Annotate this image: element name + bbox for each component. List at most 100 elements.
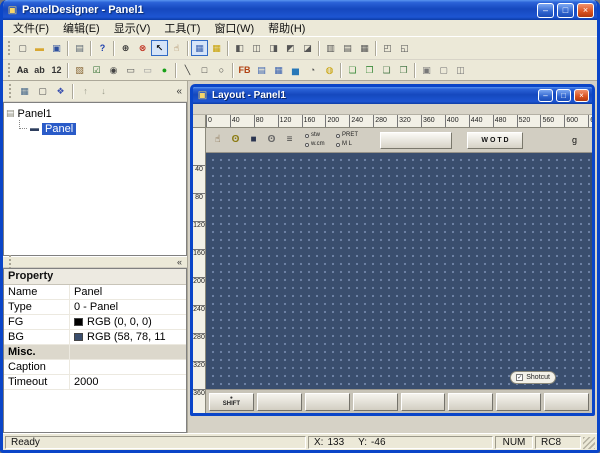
resize-grip-icon[interactable] [583, 437, 595, 449]
same-height-icon[interactable]: ▤ [339, 40, 356, 56]
number-icon[interactable]: 12 [48, 62, 65, 78]
radio-option[interactable]: stw [305, 131, 336, 140]
property-row[interactable]: BG RGB (58, 78, 11 [4, 330, 186, 345]
new-icon[interactable]: ▢ [14, 40, 31, 56]
help-icon[interactable]: ? [94, 40, 111, 56]
panel-button[interactable]: ● SHIFT [209, 393, 254, 411]
move-down-icon[interactable]: ↓ [95, 83, 112, 99]
panel-button[interactable] [257, 393, 302, 411]
layout-v-icon[interactable]: ◱ [396, 40, 413, 56]
radio-option[interactable]: w.cm [305, 140, 336, 149]
property-row[interactable]: Caption [4, 360, 186, 375]
blank-panel-button[interactable] [380, 132, 452, 149]
panel-button[interactable] [496, 393, 541, 411]
zoom-off-icon[interactable]: ⊗ [134, 40, 151, 56]
property-value[interactable]: Panel [70, 285, 186, 299]
chevron-icon[interactable]: « [175, 257, 184, 267]
gripper-icon[interactable] [8, 63, 11, 77]
property-value[interactable]: RGB (0, 0, 0) [70, 315, 186, 329]
maximize-button[interactable]: □ [557, 3, 574, 18]
members-icon[interactable]: ❖ [52, 83, 69, 99]
tree-node-panel1[interactable]: ▤ Panel1 [6, 106, 184, 121]
property-value[interactable] [70, 360, 186, 374]
panel-button-icon[interactable]: ▭ [139, 62, 156, 78]
clipboard-icon[interactable]: ▧ [71, 62, 88, 78]
shotcut-button[interactable]: ✓ Shotcut [510, 371, 556, 384]
send-back-icon[interactable]: ❐ [361, 62, 378, 78]
tree-node-panel[interactable]: ▬ Panel [19, 121, 184, 136]
property-value[interactable]: RGB (58, 78, 11 [70, 330, 186, 344]
move-up-icon[interactable]: ↑ [77, 83, 94, 99]
label-icon[interactable]: ab [31, 62, 48, 78]
ellipse-icon[interactable]: ○ [213, 62, 230, 78]
radio-option[interactable]: PRET [336, 131, 367, 140]
gripper-icon[interactable] [9, 255, 12, 269]
tab-order-icon[interactable]: ◫ [452, 62, 469, 78]
same-width-icon[interactable]: ▥ [322, 40, 339, 56]
close-button[interactable]: × [577, 3, 594, 18]
align-left-icon[interactable]: ◧ [231, 40, 248, 56]
open-icon[interactable]: ▬ [31, 40, 48, 56]
group-icon[interactable]: ▣ [418, 62, 435, 78]
property-row[interactable]: FG RGB (0, 0, 0) [4, 315, 186, 330]
property-value[interactable]: 0 - Panel [70, 300, 186, 314]
bring-front-icon[interactable]: ❏ [344, 62, 361, 78]
table-icon[interactable]: ▦ [270, 62, 287, 78]
menu-view[interactable]: 显示(V) [107, 19, 158, 37]
screen-icon[interactable]: ▦ [16, 83, 33, 99]
move-backward-icon[interactable]: ❒ [395, 62, 412, 78]
list-icon[interactable]: ▤ [253, 62, 270, 78]
led-icon[interactable]: ● [156, 62, 173, 78]
wotd-button[interactable]: W O T D [467, 132, 523, 149]
image-icon[interactable]: FB [236, 62, 253, 78]
hand-tool-icon[interactable]: ☝ [210, 132, 225, 148]
line-icon[interactable]: ╲ [179, 62, 196, 78]
ungroup-icon[interactable]: ▢ [435, 62, 452, 78]
menu-help[interactable]: 帮助(H) [261, 19, 312, 37]
layout-close-button[interactable]: × [574, 89, 589, 102]
grid-color-icon[interactable]: ▦ [208, 40, 225, 56]
property-value[interactable]: 2000 [70, 375, 186, 389]
chevron-icon[interactable]: « [174, 86, 184, 97]
same-size-icon[interactable]: ▦ [356, 40, 373, 56]
property-row[interactable]: Name Panel [4, 285, 186, 300]
font-icon[interactable]: Aa [14, 62, 31, 78]
lamp-on-icon[interactable]: ʘ [228, 132, 243, 148]
gripper-icon[interactable] [8, 41, 11, 55]
panel-button[interactable] [305, 393, 350, 411]
rect-icon[interactable]: □ [196, 62, 213, 78]
chart-icon[interactable]: ▅ [287, 62, 304, 78]
panel-button[interactable] [401, 393, 446, 411]
align-top-icon[interactable]: ◩ [282, 40, 299, 56]
minimize-button[interactable]: – [537, 3, 554, 18]
radio-option[interactable]: M L [336, 140, 367, 149]
menu-edit[interactable]: 编辑(E) [56, 19, 107, 37]
meter-icon[interactable]: ◔ [304, 62, 321, 78]
zoom-in-icon[interactable]: ⊕ [117, 40, 134, 56]
property-row[interactable]: Misc. [4, 345, 186, 360]
menu-file[interactable]: 文件(F) [6, 19, 56, 37]
checkbox-icon[interactable]: ☑ [88, 62, 105, 78]
property-value[interactable] [70, 345, 186, 359]
design-canvas[interactable]: ✓ Shotcut [206, 153, 592, 389]
panel-button[interactable] [353, 393, 398, 411]
align-bottom-icon[interactable]: ◪ [299, 40, 316, 56]
move-forward-icon[interactable]: ❑ [378, 62, 395, 78]
layout-maximize-button[interactable]: □ [556, 89, 571, 102]
buzzer-icon[interactable]: ◍ [321, 62, 338, 78]
lamp-off-icon[interactable]: ʘ [264, 132, 279, 148]
flat-button-icon[interactable]: ▭ [122, 62, 139, 78]
menu-tools[interactable]: 工具(T) [157, 19, 207, 37]
gripper-icon[interactable] [9, 84, 12, 98]
dark-button-icon[interactable]: ■ [246, 132, 261, 148]
panel-button[interactable] [544, 393, 589, 411]
radio-icon[interactable]: ◉ [105, 62, 122, 78]
align-center-icon[interactable]: ◫ [248, 40, 265, 56]
page-icon[interactable]: ▢ [34, 83, 51, 99]
panel-button[interactable] [448, 393, 493, 411]
align-right-icon[interactable]: ◨ [265, 40, 282, 56]
save-icon[interactable]: ▣ [48, 40, 65, 56]
property-row[interactable]: Type 0 - Panel [4, 300, 186, 315]
menu-window[interactable]: 窗口(W) [207, 19, 261, 37]
grid-icon[interactable]: ▦ [191, 40, 208, 56]
